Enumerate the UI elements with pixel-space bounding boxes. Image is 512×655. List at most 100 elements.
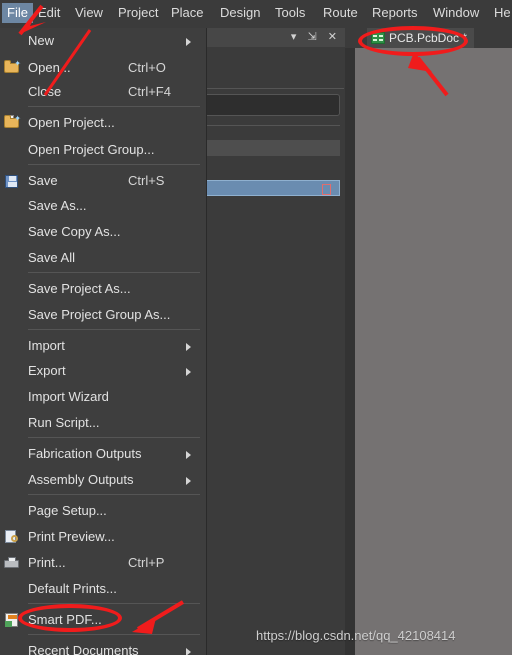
- panel-row[interactable]: [198, 158, 340, 174]
- menubar-item-reports[interactable]: Reports: [367, 3, 423, 23]
- menu-item-label: Run Script...: [28, 415, 100, 430]
- menu-item-print[interactable]: Print... Ctrl+P: [0, 552, 206, 574]
- project-open-icon: ✦: [4, 115, 21, 131]
- menu-item-label: Open...: [28, 60, 71, 75]
- panel-row[interactable]: [198, 122, 340, 138]
- panel-header-icons[interactable]: ▾ ⇲ ✕: [291, 30, 341, 43]
- document-icon: [322, 184, 331, 195]
- menubar-item-view[interactable]: View: [70, 3, 108, 23]
- submenu-arrow-icon: [186, 38, 191, 46]
- pcb-icon: [371, 32, 385, 44]
- menu-item-label: Import Wizard: [28, 389, 109, 404]
- menu-item-save-all[interactable]: Save All: [0, 247, 206, 269]
- print-preview-icon: [4, 529, 21, 545]
- menu-item-save-project-group-as[interactable]: Save Project Group As...: [0, 304, 206, 326]
- menu-item-default-prints[interactable]: Default Prints...: [0, 578, 206, 600]
- menu-item-close[interactable]: Close Ctrl+F4: [0, 81, 206, 103]
- menubar-item-place[interactable]: Place: [166, 3, 209, 23]
- menu-item-label: Save Project As...: [28, 281, 131, 296]
- tab-label: PCB.PcbDoc *: [389, 31, 468, 45]
- menu-separator: [28, 106, 200, 107]
- menu-item-save-project-as[interactable]: Save Project As...: [0, 278, 206, 300]
- document-tabstrip: PCB.PcbDoc *: [345, 28, 512, 48]
- menubar-item-window[interactable]: Window: [428, 3, 484, 23]
- menu-item-label: Assembly Outputs: [28, 472, 134, 487]
- menu-separator: [28, 494, 200, 495]
- menu-item-import-wizard[interactable]: Import Wizard: [0, 386, 206, 408]
- menu-item-label: Import: [28, 338, 65, 353]
- submenu-arrow-icon: [186, 343, 191, 351]
- canvas-left-gutter: [345, 48, 355, 655]
- panel-row-selected[interactable]: [198, 180, 340, 196]
- menu-item-label: Save As...: [28, 198, 87, 213]
- submenu-arrow-icon: [186, 451, 191, 459]
- altium-designer-window: ▾ ⇲ ✕ PCB.PcbDoc * File Edit View Project Pl…: [0, 0, 512, 655]
- menubar-item-route[interactable]: Route: [318, 3, 363, 23]
- menu-item-label: Save Copy As...: [28, 224, 121, 239]
- menu-item-smart-pdf[interactable]: Smart PDF...: [0, 609, 206, 631]
- menu-item-label: Save Project Group As...: [28, 307, 171, 322]
- printer-icon: [4, 555, 21, 571]
- menubar-item-file[interactable]: File: [2, 3, 33, 23]
- menu-separator: [28, 437, 200, 438]
- menu-item-label: Default Prints...: [28, 581, 117, 596]
- menu-item-import[interactable]: Import: [0, 335, 206, 357]
- submenu-arrow-icon: [186, 477, 191, 485]
- menu-item-save[interactable]: Save Ctrl+S: [0, 170, 206, 192]
- menu-item-label: Print...: [28, 555, 66, 570]
- folder-open-icon: ✦: [4, 60, 21, 76]
- tab-pcb-pcbdoc[interactable]: PCB.PcbDoc *: [367, 28, 475, 48]
- menu-item-label: Recent Documents: [28, 643, 139, 655]
- menu-item-shortcut: Ctrl+S: [128, 173, 165, 188]
- smart-pdf-icon: [4, 612, 21, 628]
- panel-row[interactable]: [198, 140, 340, 156]
- menu-item-save-as[interactable]: Save As...: [0, 195, 206, 217]
- menu-item-label: Export: [28, 363, 66, 378]
- menu-item-export[interactable]: Export: [0, 360, 206, 382]
- submenu-arrow-icon: [186, 648, 191, 655]
- menu-item-open-project[interactable]: ✦ Open Project...: [0, 112, 206, 134]
- menubar-item-tools[interactable]: Tools: [270, 3, 310, 23]
- menu-item-label: Fabrication Outputs: [28, 446, 142, 461]
- panel-row[interactable]: [198, 200, 340, 216]
- menu-item-run-script[interactable]: Run Script...: [0, 412, 206, 434]
- panel-header: ▾ ⇲ ✕: [196, 28, 345, 47]
- file-menu-dropdown: New ✦ Open... Ctrl+O Close Ctrl+F4 ✦ Open Proje…: [0, 28, 207, 655]
- menu-separator: [28, 329, 200, 330]
- menu-item-label: Open Project Group...: [28, 142, 155, 157]
- menu-item-label: Close: [28, 84, 62, 99]
- menu-item-recent-documents[interactable]: Recent Documents: [0, 640, 206, 655]
- menu-item-shortcut: Ctrl+P: [128, 555, 165, 570]
- projects-panel: ▾ ⇲ ✕: [196, 28, 345, 655]
- menu-item-new[interactable]: New: [0, 30, 206, 52]
- menu-separator: [28, 272, 200, 273]
- menu-separator: [28, 634, 200, 635]
- menu-item-label: New: [28, 33, 55, 48]
- menu-item-label: Page Setup...: [28, 503, 107, 518]
- menu-item-open[interactable]: ✦ Open... Ctrl+O: [0, 57, 206, 79]
- menubar: File Edit View Project Place Design Tools Route…: [0, 0, 512, 26]
- menu-item-shortcut: Ctrl+O: [128, 60, 166, 75]
- menubar-item-project[interactable]: Project: [113, 3, 163, 23]
- menu-item-open-project-group[interactable]: Open Project Group...: [0, 139, 206, 161]
- menu-item-fabrication-outputs[interactable]: Fabrication Outputs: [0, 443, 206, 465]
- menu-item-save-copy-as[interactable]: Save Copy As...: [0, 221, 206, 243]
- menubar-item-edit[interactable]: Edit: [33, 3, 65, 23]
- save-disk-icon: [4, 173, 21, 189]
- menu-item-shortcut: Ctrl+F4: [128, 84, 171, 99]
- submenu-arrow-icon: [186, 368, 191, 376]
- menu-item-label: Save: [28, 173, 58, 188]
- menu-separator: [28, 164, 200, 165]
- menu-item-print-preview[interactable]: Print Preview...: [0, 526, 206, 548]
- menubar-item-he[interactable]: He: [489, 3, 512, 23]
- menu-item-assembly-outputs[interactable]: Assembly Outputs: [0, 469, 206, 491]
- pcb-canvas[interactable]: [355, 48, 512, 655]
- watermark: https://blog.csdn.net/qq_42108414: [256, 628, 456, 643]
- menu-item-label: Smart PDF...: [28, 612, 102, 627]
- menubar-item-design[interactable]: Design: [215, 3, 265, 23]
- panel-row[interactable]: [198, 104, 340, 120]
- menu-item-label: Print Preview...: [28, 529, 115, 544]
- menu-item-page-setup[interactable]: Page Setup...: [0, 500, 206, 522]
- menu-item-label: Save All: [28, 250, 75, 265]
- menu-item-label: Open Project...: [28, 115, 115, 130]
